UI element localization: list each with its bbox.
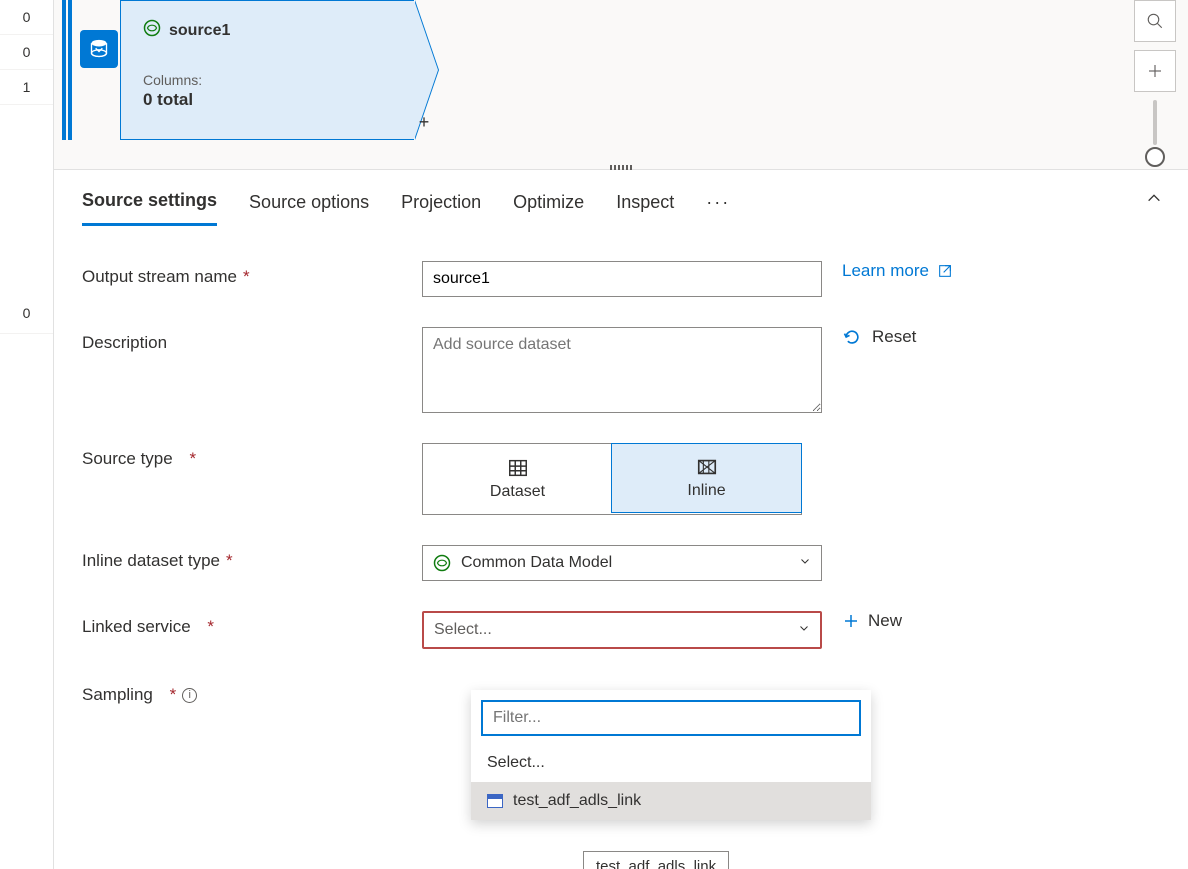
inline-dataset-type-label: Inline dataset type* — [82, 545, 402, 571]
properties-panel: Source settings Source options Projectio… — [54, 170, 1188, 869]
dropdown-item-placeholder[interactable]: Select... — [471, 744, 871, 782]
inline-icon — [695, 456, 719, 478]
plus-icon — [1146, 62, 1164, 80]
description-textarea[interactable] — [422, 327, 822, 413]
output-stream-name-label: Output stream name* — [82, 261, 402, 287]
output-stream-name-input[interactable] — [422, 261, 822, 297]
source-type-option-inline[interactable]: Inline — [611, 443, 802, 513]
columns-count: 0 total — [143, 90, 392, 110]
external-link-icon — [937, 263, 953, 279]
dropdown-filter-input[interactable] — [481, 700, 861, 736]
storage-icon — [487, 794, 503, 808]
gutter-cell: 0 — [0, 0, 53, 35]
source-type-label: Source type * — [82, 443, 402, 469]
panel-tabs: Source settings Source options Projectio… — [82, 184, 1160, 227]
tab-inspect[interactable]: Inspect — [616, 186, 674, 225]
source-type-option-dataset[interactable]: Dataset — [423, 444, 612, 514]
linked-service-dropdown: Select... test_adf_adls_link — [471, 690, 871, 820]
dropdown-item-linked-service[interactable]: test_adf_adls_link — [471, 782, 871, 820]
linked-service-label: Linked service * — [82, 611, 402, 637]
stream-marker — [68, 0, 72, 140]
tab-optimize[interactable]: Optimize — [513, 186, 584, 225]
inline-dataset-type-select[interactable]: Common Data Model — [422, 545, 822, 581]
search-icon — [1146, 12, 1164, 30]
gutter-cell: 1 — [0, 70, 53, 105]
new-button[interactable]: New — [842, 611, 902, 631]
description-label: Description — [82, 327, 402, 353]
tab-source-options[interactable]: Source options — [249, 186, 369, 225]
add-transformation-button[interactable]: + — [414, 112, 434, 132]
sampling-label: Sampling * i — [82, 679, 402, 705]
tab-overflow[interactable]: ··· — [706, 186, 730, 225]
cdm-icon — [143, 19, 161, 42]
cdm-icon — [433, 554, 451, 572]
stream-marker — [62, 0, 66, 140]
plus-icon — [842, 612, 860, 630]
reset-icon — [842, 327, 862, 347]
row-number-gutter: 0 0 1 0 — [0, 0, 54, 869]
zoom-slider-handle[interactable] — [1145, 147, 1165, 167]
gutter-cell: 0 — [0, 35, 53, 70]
zoom-slider-track[interactable] — [1153, 100, 1157, 145]
linked-service-select[interactable]: Select... — [422, 611, 822, 649]
chevron-down-icon — [798, 621, 810, 639]
source-type-toggle: Dataset Inline — [422, 443, 802, 515]
gutter-cell: 0 — [0, 294, 53, 334]
source-node[interactable]: source1 Columns: 0 total — [120, 0, 414, 140]
search-button[interactable] — [1134, 0, 1176, 42]
source-node-title: source1 — [169, 22, 230, 40]
learn-more-link[interactable]: Learn more — [842, 261, 953, 281]
tab-projection[interactable]: Projection — [401, 186, 481, 225]
columns-label: Columns: — [143, 72, 392, 88]
chevron-up-icon — [1146, 190, 1162, 206]
table-icon — [506, 457, 530, 479]
zoom-in-button[interactable] — [1134, 50, 1176, 92]
tab-source-settings[interactable]: Source settings — [82, 184, 217, 226]
collapse-panel-button[interactable] — [1146, 190, 1162, 209]
info-icon[interactable]: i — [182, 688, 197, 703]
database-icon — [80, 30, 118, 68]
chevron-down-icon — [799, 554, 811, 572]
reset-button[interactable]: Reset — [842, 327, 916, 347]
dataflow-canvas[interactable]: source1 Columns: 0 total + — [54, 0, 1188, 170]
tooltip: test_adf_adls_link — [583, 851, 729, 869]
